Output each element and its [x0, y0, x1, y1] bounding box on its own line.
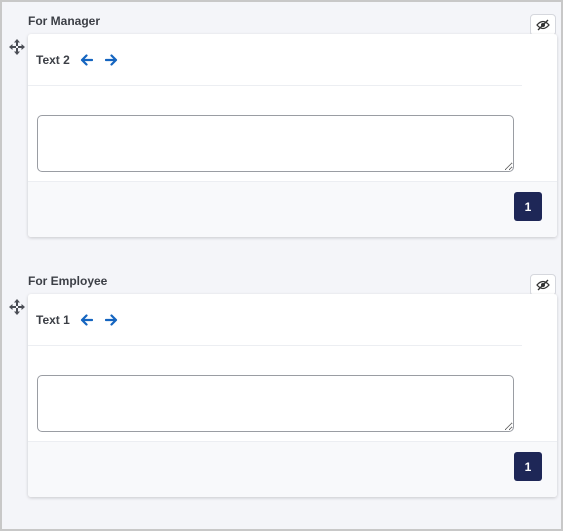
- visibility-toggle-button[interactable]: [530, 274, 556, 296]
- textarea-wrapper: [37, 115, 514, 172]
- drag-handle[interactable]: [8, 298, 26, 316]
- page-number-button[interactable]: 1: [514, 192, 542, 221]
- employee-card: Text 1 1: [28, 294, 557, 497]
- textarea-wrapper: [37, 375, 514, 432]
- section-title-manager: For Manager: [28, 14, 101, 28]
- card-header: Text 1: [28, 294, 522, 346]
- move-arrows-icon: [9, 39, 25, 55]
- move-arrows-icon: [9, 299, 25, 315]
- prev-text-button[interactable]: [78, 311, 96, 329]
- text-label: Text 1: [36, 312, 70, 327]
- arrow-right-icon: [105, 313, 118, 326]
- manager-text-input[interactable]: [37, 115, 514, 172]
- card-footer: 1: [28, 181, 557, 237]
- manager-card: Text 2 1: [28, 34, 557, 237]
- prev-text-button[interactable]: [78, 51, 96, 69]
- employee-text-input[interactable]: [37, 375, 514, 432]
- section-title-employee: For Employee: [28, 274, 108, 288]
- arrow-left-icon: [81, 313, 94, 326]
- next-text-button[interactable]: [103, 311, 121, 329]
- text-label: Text 2: [36, 52, 70, 67]
- arrow-left-icon: [81, 53, 94, 66]
- eye-slash-icon: [536, 279, 550, 291]
- panel-frame: For Manager Text 2 1 For Employee Text 1…: [0, 0, 563, 531]
- page-number-button[interactable]: 1: [514, 452, 542, 481]
- arrow-right-icon: [105, 53, 118, 66]
- visibility-toggle-button[interactable]: [530, 14, 556, 36]
- next-text-button[interactable]: [103, 51, 121, 69]
- card-footer: 1: [28, 441, 557, 497]
- eye-slash-icon: [536, 19, 550, 31]
- drag-handle[interactable]: [8, 38, 26, 56]
- card-header: Text 2: [28, 34, 522, 86]
